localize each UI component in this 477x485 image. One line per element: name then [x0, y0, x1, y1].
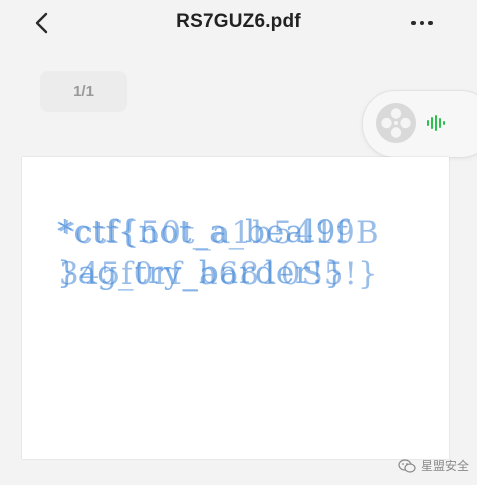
- pdf-page: *ctf{not_a_beal9f *ctf{50t_a1b5419B }ag_…: [22, 157, 449, 459]
- flag-line-layer: *ctf{50t_a1b5419B: [59, 215, 380, 251]
- more-dot-icon: [428, 20, 433, 26]
- top-navigation-bar: RS7GUZ6.pdf: [0, 0, 477, 46]
- more-options-button[interactable]: [404, 12, 440, 34]
- audio-wave-icon[interactable]: [427, 115, 445, 136]
- flag-line-layer: 345f0rf_a6810S5!}: [59, 256, 379, 292]
- flag-line: *ctf{not_a_beal9f *ctf{50t_a1b5419B: [57, 212, 437, 253]
- source-watermark: 星盟安全: [398, 457, 469, 474]
- more-dot-icon: [411, 20, 416, 26]
- page-indicator: 1/1: [40, 71, 127, 112]
- more-dot-icon: [419, 20, 425, 26]
- flag-text-overlay: *ctf{not_a_beal9f *ctf{50t_a1b5419B }ag_…: [57, 212, 437, 294]
- wechat-logo-icon: [398, 458, 416, 473]
- flag-line: }ag_try_barder!} 345f0rf_a6810S5!}: [57, 253, 437, 294]
- film-reel-icon[interactable]: [374, 101, 418, 150]
- floating-action-pill[interactable]: [362, 90, 477, 158]
- watermark-label: 星盟安全: [421, 459, 470, 473]
